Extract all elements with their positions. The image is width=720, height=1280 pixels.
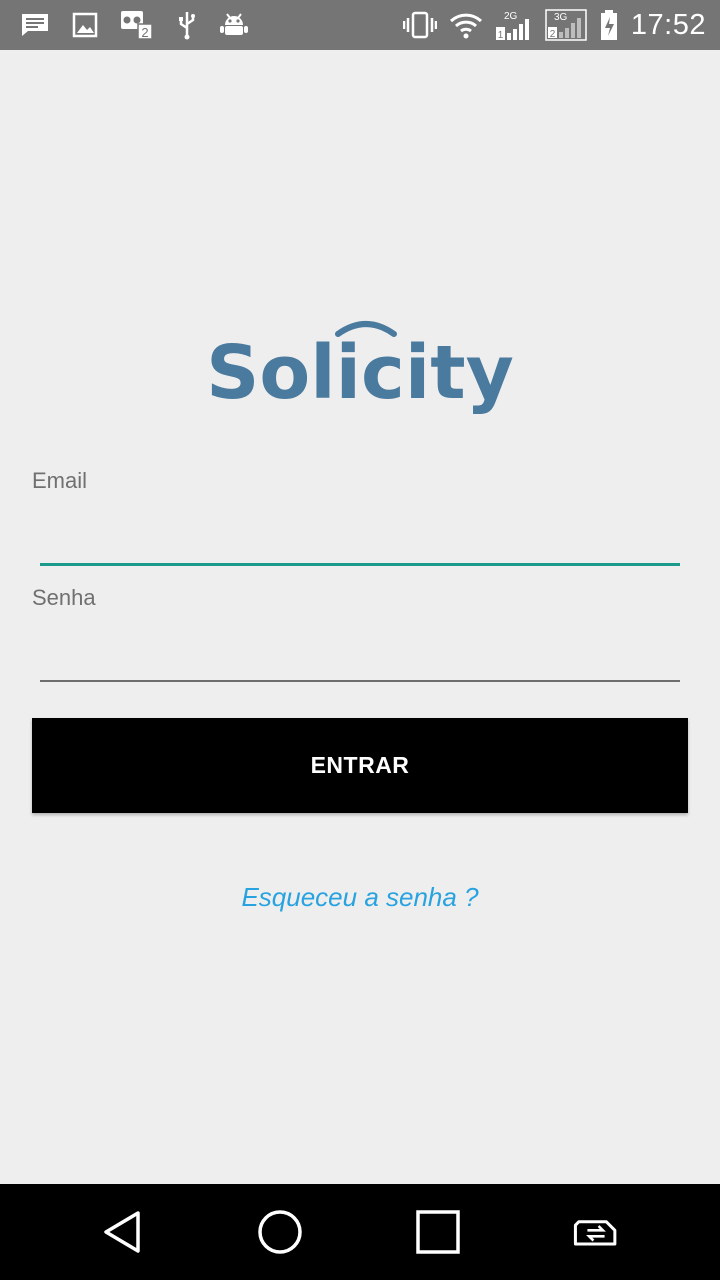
forgot-password-link[interactable]: Esqueceu a senha ? — [0, 882, 720, 913]
svg-text:2: 2 — [141, 25, 148, 40]
signal-2g-sim1-icon: 2G 1 — [495, 9, 533, 41]
sim-switch-icon[interactable] — [572, 1208, 620, 1256]
clock: 17:52 — [630, 8, 706, 41]
system-icons: 2G 1 3G 2 17:52 — [391, 9, 706, 42]
svg-text:2G: 2G — [504, 11, 518, 22]
email-field[interactable] — [40, 510, 680, 560]
navigation-bar — [0, 1184, 720, 1280]
email-label: Email — [32, 468, 88, 493]
usb-icon — [176, 10, 198, 40]
recent-apps-icon[interactable] — [414, 1208, 462, 1256]
login-button[interactable]: ENTRAR — [32, 718, 688, 813]
message-icon — [20, 12, 50, 38]
password-underline — [40, 680, 680, 682]
android-debug-icon — [220, 11, 248, 39]
email-underline — [40, 563, 680, 566]
logo-image: Solicity — [206, 321, 514, 416]
svg-text:2: 2 — [550, 29, 556, 40]
image-icon — [72, 12, 98, 38]
logo-text: Solicity — [206, 330, 514, 416]
battery-charging-icon — [599, 9, 619, 41]
home-icon[interactable] — [256, 1208, 304, 1256]
vibrate-icon — [402, 10, 437, 40]
svg-text:3G: 3G — [554, 12, 568, 23]
password-field[interactable] — [40, 628, 680, 678]
app-logo: Solicity — [0, 312, 720, 432]
wifi-icon — [449, 11, 483, 39]
voicemail-sim2-icon: 2 — [120, 10, 154, 40]
password-label: Senha — [32, 585, 96, 610]
svg-text:1: 1 — [498, 30, 504, 41]
signal-3g-sim2-icon: 3G 2 — [545, 9, 587, 41]
notification-icons: 2 — [20, 10, 270, 40]
back-icon[interactable] — [98, 1208, 146, 1256]
status-bar: 2 2G 1 3G 2 17:52 — [0, 0, 720, 50]
login-screen: Solicity Email Senha ENTRAR Esqueceu a s… — [0, 50, 720, 1184]
